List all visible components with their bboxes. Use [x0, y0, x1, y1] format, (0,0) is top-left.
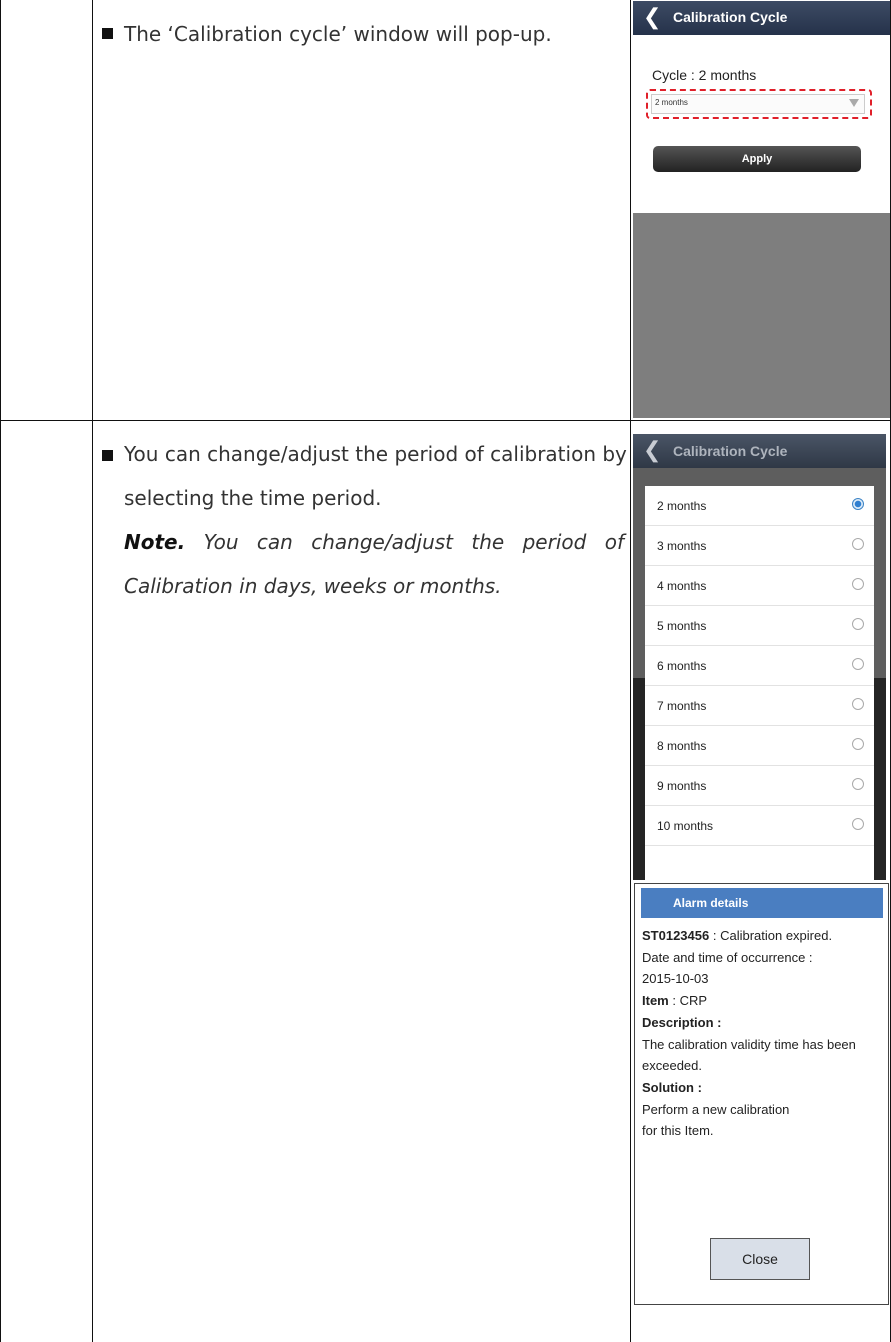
table-divider-1 — [92, 0, 93, 1342]
solution-text-2: for this Item. — [642, 1123, 714, 1139]
date-value: 2015-10-03 — [642, 971, 709, 987]
option-item[interactable]: 3 months — [645, 526, 874, 566]
radio-selected-icon[interactable] — [852, 498, 864, 510]
option-label: 9 months — [657, 779, 707, 793]
table-border-left — [0, 0, 1, 1342]
radio-icon[interactable] — [852, 538, 864, 550]
radio-icon[interactable] — [852, 698, 864, 710]
option-label: 3 months — [657, 539, 707, 553]
alarm-details-dialog: Alarm details ST0123456 : Calibration ex… — [634, 883, 889, 1305]
description-label: Description : — [642, 1014, 722, 1030]
radio-icon[interactable] — [852, 578, 864, 590]
option-item[interactable]: 8 months — [645, 726, 874, 766]
bullet-icon — [102, 450, 113, 461]
note-label: Note. — [124, 530, 186, 554]
calibration-cycle-screen: ❮ Calibration Cycle Cycle : 2 months 2 m… — [633, 1, 890, 418]
empty-area — [633, 213, 890, 418]
cycle-label: Cycle : 2 months — [652, 67, 757, 83]
table-row-divider — [0, 420, 891, 421]
alarm-body: ST0123456 : Calibration expired. Date an… — [642, 925, 882, 1142]
option-item[interactable]: 4 months — [645, 566, 874, 606]
description-text: The calibration validity time has been e… — [642, 1036, 856, 1074]
step2-text-line1: You can change/adjust the period of cali… — [124, 442, 627, 466]
option-label: 10 months — [657, 819, 714, 833]
option-label: 5 months — [657, 619, 707, 633]
note: Note. You can change/adjust the period o… — [124, 520, 624, 608]
step1-text: The ‘Calibration cycle’ window will pop-… — [124, 22, 552, 46]
solution-label: Solution : — [642, 1079, 702, 1095]
date-label: Date and time of occurrence : — [642, 949, 813, 965]
radio-icon[interactable] — [852, 618, 864, 630]
chevron-left-icon[interactable]: ❮ — [643, 5, 661, 30]
cycle-dropdown[interactable]: 2 months — [651, 94, 865, 114]
option-item[interactable]: 6 months — [645, 646, 874, 686]
option-item[interactable]: 2 months — [645, 486, 874, 526]
radio-icon[interactable] — [852, 778, 864, 790]
dropdown-arrow-icon — [849, 99, 859, 107]
note-text: You can change/adjust the period of Cali… — [124, 530, 624, 598]
dialog-header: Alarm details — [641, 888, 883, 918]
dialog-title: Alarm details — [673, 896, 749, 910]
option-item[interactable]: 7 months — [645, 686, 874, 726]
option-label: 2 months — [657, 499, 707, 513]
chevron-left-icon[interactable]: ❮ — [643, 438, 661, 463]
solution-text-1: Perform a new calibration — [642, 1101, 790, 1117]
item-label: Item — [642, 993, 669, 1009]
screen-title: Calibration Cycle — [673, 443, 788, 459]
options-list: 2 months 3 months 4 months 5 months 6 mo… — [645, 486, 874, 880]
option-item[interactable]: 9 months — [645, 766, 874, 806]
alarm-code: ST0123456 — [642, 928, 710, 943]
close-button[interactable]: Close — [710, 1238, 810, 1280]
screen-title: Calibration Cycle — [673, 9, 788, 25]
option-label: 8 months — [657, 739, 707, 753]
option-label: 4 months — [657, 579, 707, 593]
cycle-options-screen: ❮ Calibration Cycle 2 months 3 months 4 … — [633, 434, 886, 880]
radio-icon[interactable] — [852, 658, 864, 670]
option-label: 7 months — [657, 699, 707, 713]
step2-text-line2: selecting the time period. — [124, 486, 382, 510]
apply-button[interactable]: Apply — [653, 146, 861, 172]
radio-icon[interactable] — [852, 818, 864, 830]
app-bar-dimmed: ❮ Calibration Cycle — [633, 434, 886, 468]
app-bar: ❮ Calibration Cycle — [633, 1, 890, 35]
alarm-code-message: : Calibration expired. — [709, 928, 833, 943]
option-label: 6 months — [657, 659, 707, 673]
option-item[interactable]: 5 months — [645, 606, 874, 646]
dropdown-value: 2 months — [655, 98, 688, 107]
radio-icon[interactable] — [852, 738, 864, 750]
table-divider-2 — [630, 0, 631, 1342]
item-value: : CRP — [668, 993, 708, 1009]
bullet-icon — [102, 28, 113, 39]
option-item[interactable]: 10 months — [645, 806, 874, 846]
